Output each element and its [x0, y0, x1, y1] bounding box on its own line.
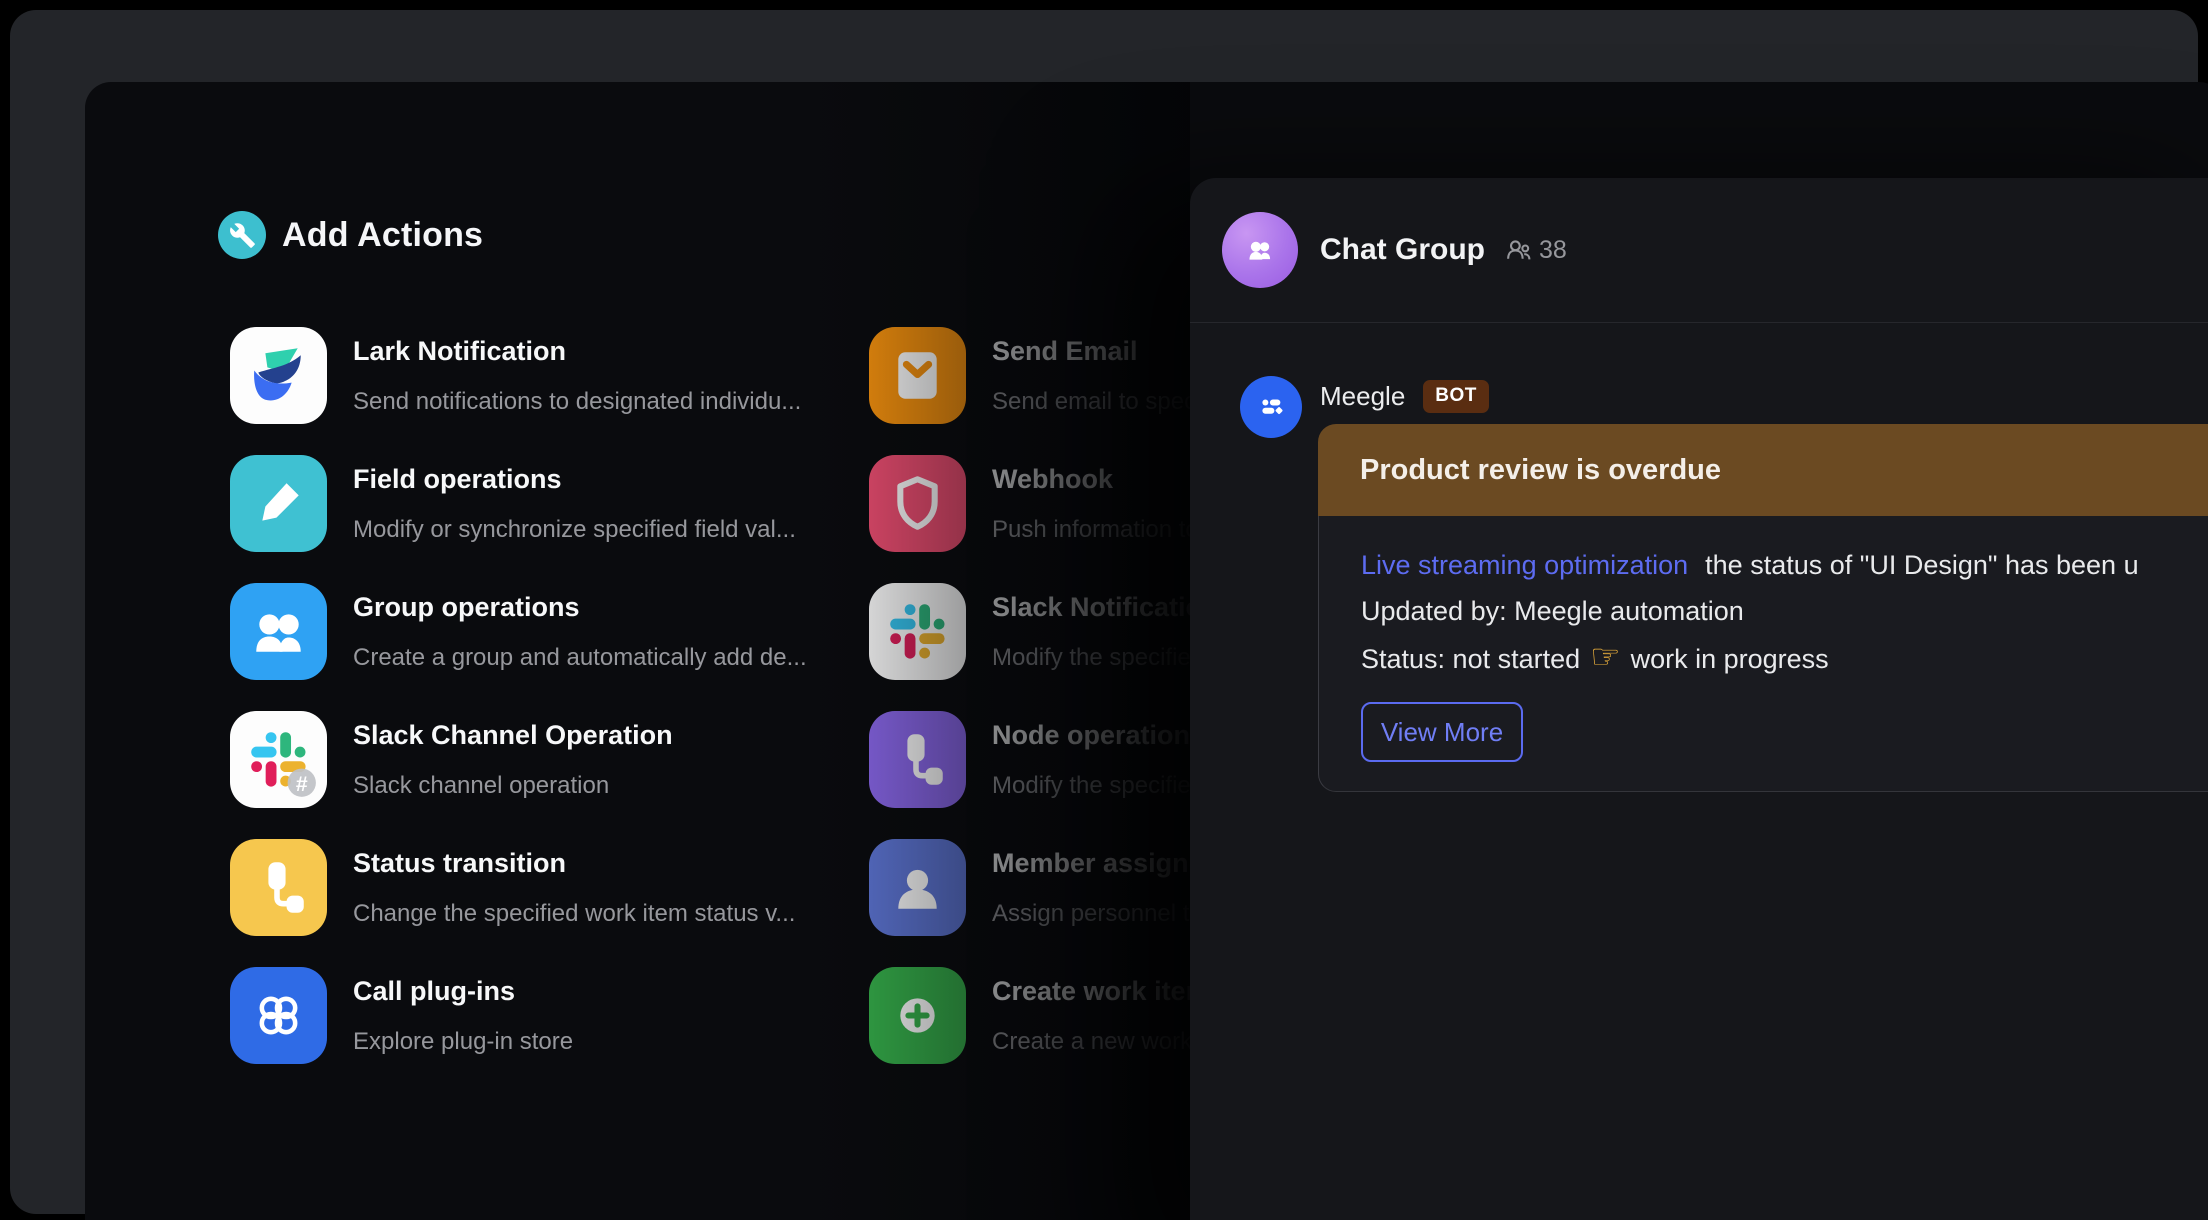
email-icon [869, 327, 966, 424]
message-line-2: Updated by: Meegle automation [1361, 588, 2208, 634]
action-item-group-operations[interactable]: Group operations Create a group and auto… [230, 583, 750, 680]
people-icon [230, 583, 327, 680]
action-title: Call plug-ins [353, 976, 573, 1007]
action-item-slack-channel-operation[interactable]: # Slack Channel Operation Slack channel … [230, 711, 750, 808]
message-line-3: Status: not started ☞ work in progress [1361, 634, 2208, 682]
add-actions-header: Add Actions [218, 210, 483, 260]
plus-circle-icon [869, 967, 966, 1064]
message-card-header: Product review is overdue [1318, 424, 2208, 516]
person-icon [869, 839, 966, 936]
svg-text:#: # [296, 773, 308, 796]
meegle-bot-avatar[interactable] [1240, 376, 1302, 438]
action-desc: Slack channel operation [353, 772, 673, 800]
action-item-field-operations[interactable]: Field operations Modify or synchronize s… [230, 455, 750, 552]
message-sender-row: Meegle BOT [1320, 380, 1489, 413]
chat-header: Chat Group 38 [1190, 178, 2208, 322]
action-title: Slack Channel Operation [353, 720, 673, 751]
divider [1190, 322, 2208, 323]
action-title: Lark Notification [353, 336, 801, 367]
action-desc: Send notifications to designated individ… [353, 388, 801, 416]
member-count-value: 38 [1539, 236, 1567, 265]
message-card-title: Product review is overdue [1360, 454, 1721, 487]
action-desc: Explore plug-in store [353, 1028, 573, 1056]
chat-panel: Chat Group 38 Meegle BOT [1190, 178, 2208, 1220]
status-prefix: Status: not started [1361, 636, 1580, 682]
status-flow-icon [230, 839, 327, 936]
wrench-icon [218, 211, 266, 259]
action-item-status-transition[interactable]: Status transition Change the specified w… [230, 839, 750, 936]
message-line-1: Live streaming optimization the status o… [1361, 542, 2208, 588]
members-icon [1505, 237, 1532, 264]
slack-channel-icon: # [230, 711, 327, 808]
view-more-button[interactable]: View More [1361, 702, 1523, 762]
page-title: Add Actions [282, 216, 483, 255]
action-desc: Create a group and automatically add de.… [353, 644, 807, 672]
shield-icon [869, 455, 966, 552]
action-item-lark-notification[interactable]: Lark Notification Send notifications to … [230, 327, 750, 424]
chat-group-title: Chat Group [1320, 233, 1485, 267]
action-item-call-plugins[interactable]: Call plug-ins Explore plug-in store [230, 967, 750, 1064]
sender-name: Meegle [1320, 381, 1405, 412]
member-count: 38 [1505, 236, 1567, 265]
pointing-right-icon: ☞ [1590, 634, 1620, 680]
message-card: Product review is overdue Live streaming… [1318, 424, 2208, 968]
action-title: Group operations [353, 592, 807, 623]
action-title: Field operations [353, 464, 796, 495]
screen: Add Actions Lark Notification Send notif… [0, 0, 2208, 1220]
message-line-1-text: the status of "UI Design" has been u [1705, 542, 2138, 588]
status-suffix: work in progress [1631, 636, 1829, 682]
action-desc: Modify or synchronize specified field va… [353, 516, 796, 544]
work-item-link[interactable]: Live streaming optimization [1361, 542, 1688, 588]
message-card-body: Live streaming optimization the status o… [1318, 516, 2208, 792]
pencil-icon [230, 455, 327, 552]
plugin-clover-icon [230, 967, 327, 1064]
action-desc: Change the specified work item status v.… [353, 900, 795, 928]
slack-icon [869, 583, 966, 680]
bot-badge: BOT [1423, 380, 1489, 413]
lark-icon [230, 327, 327, 424]
node-flow-icon [869, 711, 966, 808]
action-title: Status transition [353, 848, 795, 879]
chat-group-avatar[interactable] [1222, 212, 1298, 288]
